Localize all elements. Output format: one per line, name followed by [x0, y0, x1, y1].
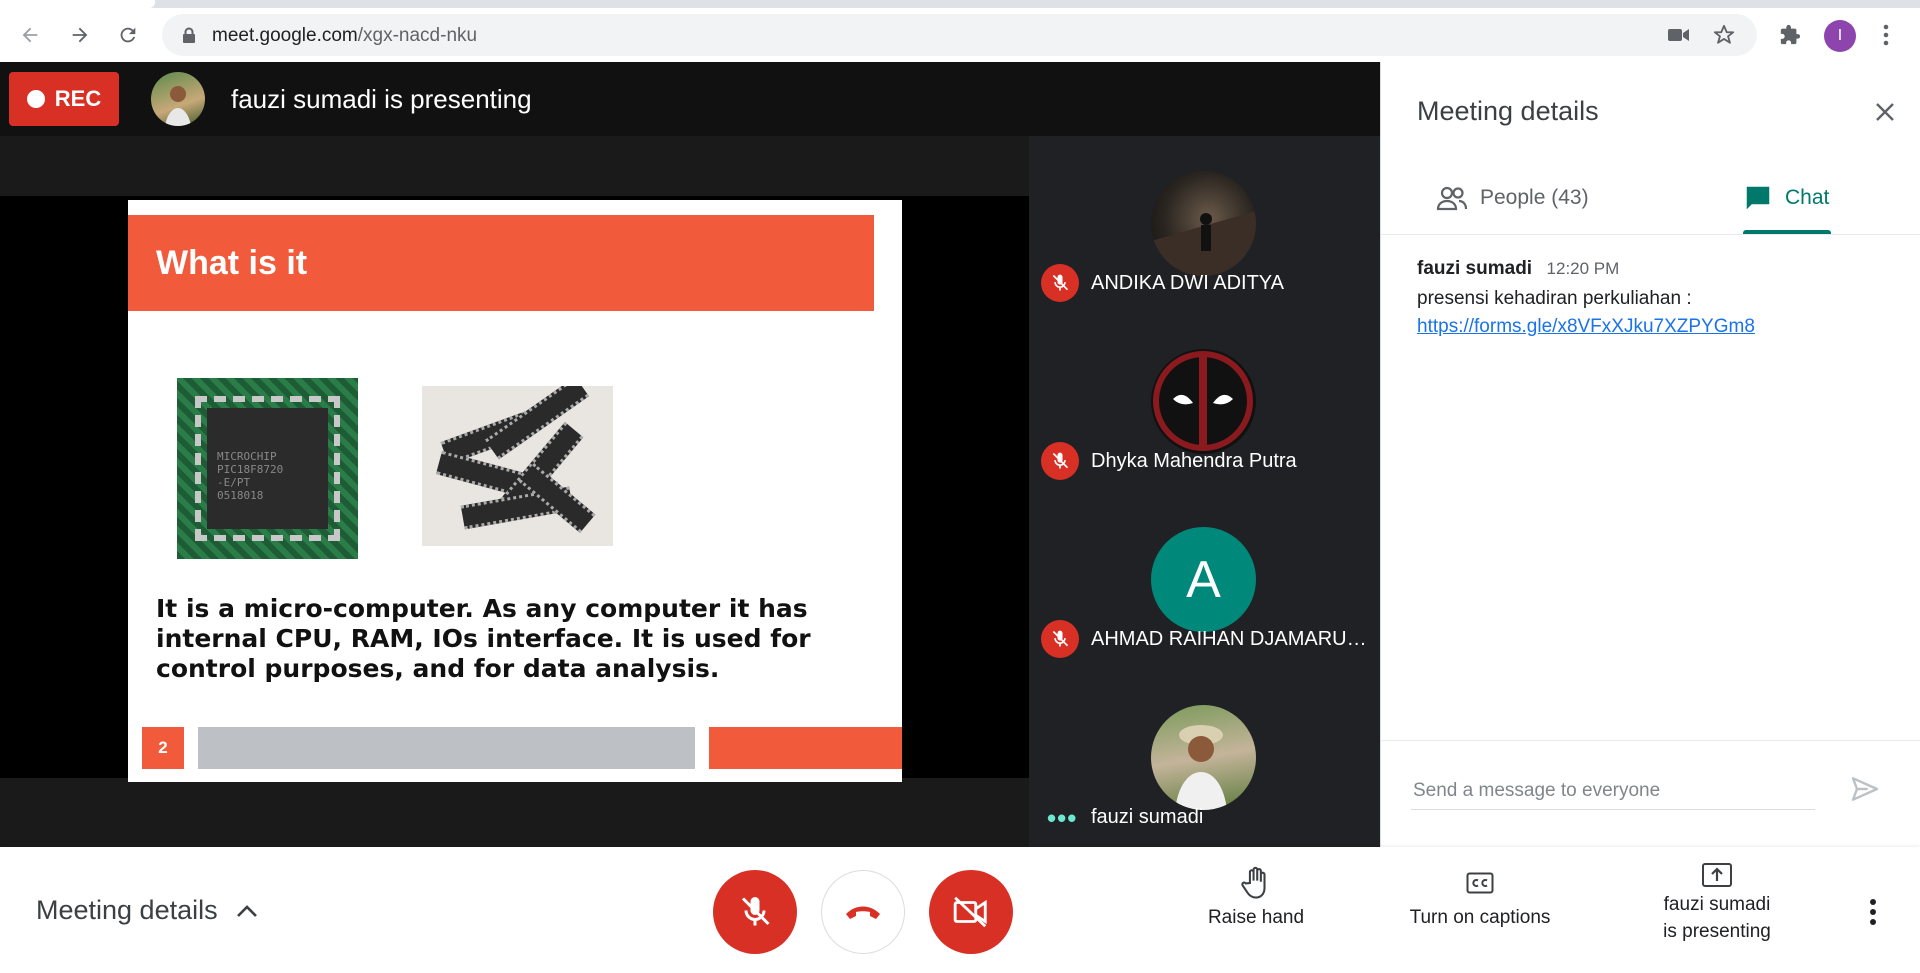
url-path: /xgx-nacd-nku — [357, 25, 478, 46]
more-options-button[interactable] — [1858, 897, 1888, 927]
extensions-puzzle-icon[interactable] — [1774, 19, 1806, 51]
mic-off-icon — [1041, 264, 1079, 302]
active-tab[interactable] — [0, 0, 155, 8]
chat-link[interactable]: https://forms.gle/x8VFxXJku7XZPYGm8 — [1417, 316, 1897, 338]
presentation-slide: What is it MICROCHIP PIC18F8720 -E/PT 05… — [128, 200, 902, 782]
address-bar[interactable]: meet.google.com/xgx-nacd-nku — [162, 14, 1757, 56]
url-text: meet.google.com/xgx-nacd-nku — [212, 25, 477, 47]
participant-tile[interactable]: ••• fauzi sumadi — [1029, 670, 1380, 848]
active-tab-indicator — [1743, 230, 1831, 234]
lock-icon — [182, 27, 196, 48]
mic-off-icon — [741, 897, 770, 926]
tab-chat[interactable]: Chat — [1743, 162, 1829, 234]
rec-label: REC — [54, 86, 102, 111]
meeting-stage: REC fauzi sumadi is presenting What is i… — [0, 62, 1380, 847]
presenting-bar: REC fauzi sumadi is presenting — [0, 62, 1380, 136]
mic-off-icon — [1041, 442, 1079, 480]
participant-initial-avatar: A — [1151, 527, 1256, 632]
tab-people[interactable]: People (43) — [1436, 162, 1589, 234]
participant-tile[interactable]: Dhyka Mahendra Putra — [1029, 314, 1380, 492]
microchip-image: MICROCHIP PIC18F8720 -E/PT 0518018 — [177, 378, 358, 559]
tab-chat-label: Chat — [1785, 186, 1830, 209]
slide-title: What is it — [156, 244, 308, 282]
present-screen-icon — [1701, 859, 1733, 891]
bookmark-star-icon[interactable] — [1712, 23, 1736, 47]
close-panel-button[interactable] — [1865, 92, 1905, 132]
presenting-label-line2: is presenting — [1663, 921, 1771, 942]
more-vert-icon — [1870, 899, 1876, 925]
presenting-label-line1: fauzi sumadi — [1663, 894, 1771, 915]
chat-compose — [1381, 740, 1920, 848]
camera-site-icon[interactable] — [1667, 23, 1691, 47]
presenting-menu-button[interactable]: fauzi sumadi is presenting — [1640, 859, 1794, 945]
participant-avatar — [1151, 349, 1256, 454]
captions-label: Turn on captions — [1409, 907, 1551, 928]
presenting-title: fauzi sumadi is presenting — [231, 84, 532, 114]
hang-up-icon — [846, 906, 880, 919]
record-dot-icon — [26, 90, 45, 108]
send-icon — [1851, 777, 1879, 801]
captions-button[interactable]: Turn on captions — [1400, 867, 1560, 929]
panel-title: Meeting details — [1417, 96, 1599, 126]
send-message-button[interactable] — [1849, 773, 1881, 810]
speaking-indicator-icon: ••• — [1047, 803, 1078, 833]
presenter-avatar — [151, 72, 205, 126]
participant-name: AHMAD RAIHAN DJAMARUDDIN — [1091, 628, 1376, 650]
chat-time: 12:20 PM — [1546, 259, 1620, 278]
participant-avatar — [1151, 705, 1256, 810]
captions-icon — [1464, 867, 1496, 899]
camera-off-icon — [953, 896, 987, 928]
browser-toolbar: meet.google.com/xgx-nacd-nku I — [0, 8, 1920, 63]
mic-off-icon — [1041, 620, 1079, 658]
chevron-up-icon — [236, 904, 257, 917]
participant-name: Dhyka Mahendra Putra — [1091, 450, 1297, 472]
meeting-details-label: Meeting details — [36, 895, 218, 925]
chat-message-input[interactable] — [1411, 773, 1815, 810]
people-icon — [1436, 186, 1468, 211]
panel-tabs: People (43) Chat — [1381, 162, 1920, 235]
tab-strip — [0, 0, 1920, 8]
participant-avatar — [1151, 171, 1256, 276]
chat-sender: fauzi sumadi — [1417, 258, 1533, 279]
integrated-circuits-image — [422, 386, 613, 546]
forward-icon[interactable] — [64, 19, 96, 51]
chip-markings: MICROCHIP PIC18F8720 -E/PT 0518018 — [217, 450, 284, 502]
participant-name: fauzi sumadi — [1091, 806, 1204, 828]
chat-message: fauzi sumadi 12:20 PM presensi kehadiran… — [1417, 258, 1897, 338]
participant-tile[interactable]: ANDIKA DWI ADITYA — [1029, 136, 1380, 314]
raise-hand-label: Raise hand — [1207, 907, 1305, 928]
browser-menu-icon[interactable] — [1870, 19, 1902, 51]
participant-tile[interactable]: A AHMAD RAIHAN DJAMARUDDIN — [1029, 492, 1380, 670]
slide-body-text: It is a micro-computer. As any computer … — [156, 594, 811, 683]
slide-number: 2 — [142, 727, 184, 769]
tab-people-label: People (43) — [1480, 186, 1589, 209]
meeting-details-panel: Meeting details People (43) Chat fauzi s… — [1380, 62, 1920, 847]
raise-hand-button[interactable]: Raise hand — [1201, 866, 1311, 929]
profile-avatar[interactable]: I — [1824, 20, 1856, 52]
reload-icon[interactable] — [112, 19, 144, 51]
leave-call-button[interactable] — [821, 870, 905, 954]
back-icon[interactable] — [14, 19, 46, 51]
participants-strip: ANDIKA DWI ADITYA Dhyka Mahendra Putra A… — [1029, 136, 1380, 847]
recording-badge: REC — [9, 72, 119, 126]
slide-footer-bar — [198, 727, 695, 769]
participant-name: ANDIKA DWI ADITYA — [1091, 272, 1284, 294]
url-domain: meet.google.com — [212, 25, 358, 46]
meeting-details-toggle[interactable]: Meeting details — [36, 895, 258, 926]
chat-icon — [1746, 186, 1770, 210]
close-icon — [1876, 103, 1894, 121]
call-controls-bar: Meeting details Raise hand Turn on capti… — [0, 847, 1920, 973]
hand-icon — [1240, 866, 1272, 899]
chat-text: presensi kehadiran perkuliahan : — [1417, 288, 1692, 309]
slide-footer-accent — [709, 727, 902, 769]
microphone-toggle-button[interactable] — [713, 870, 797, 954]
camera-toggle-button[interactable] — [929, 870, 1013, 954]
